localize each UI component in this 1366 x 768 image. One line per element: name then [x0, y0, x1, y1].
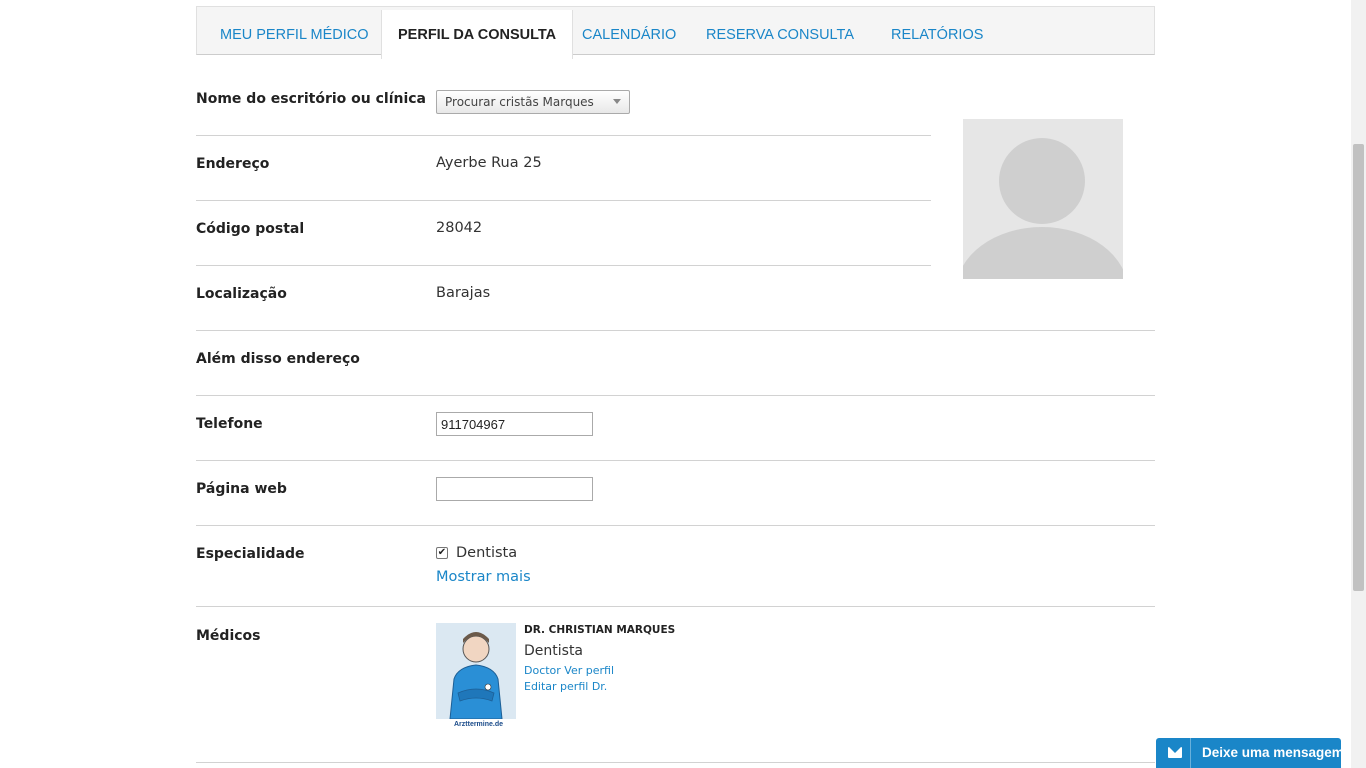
postal-label: Código postal — [196, 221, 305, 237]
tab-book-consultation[interactable]: RESERVA CONSULTA — [706, 7, 854, 55]
location-value: Barajas — [436, 285, 491, 301]
tab-consultation-profile[interactable]: PERFIL DA CONSULTA — [381, 10, 574, 59]
clinic-label: Nome do escritório ou clínica — [196, 91, 427, 107]
show-more-link[interactable]: Mostrar mais — [436, 569, 531, 585]
specialty-label: Especialidade — [196, 546, 305, 562]
tab-my-medical-profile[interactable]: MEU PERFIL MÉDICO — [220, 7, 369, 55]
tab-calendar[interactable]: CALENDÁRIO — [582, 7, 676, 55]
user-placeholder-icon — [963, 138, 1123, 279]
postal-value: 28042 — [436, 220, 483, 236]
location-label: Localização — [196, 286, 287, 302]
website-row: Página web — [196, 461, 1155, 526]
doctor-photo-brand: Arzttermine.de — [454, 721, 504, 728]
chat-divider — [1190, 738, 1191, 768]
doctor-edit-profile-link[interactable]: Editar perfil Dr. — [524, 680, 607, 693]
specialty-row: Especialidade Dentista Mostrar mais — [196, 526, 1155, 607]
extra-address-label: Além disso endereço — [196, 351, 360, 367]
chat-widget-button[interactable]: Deixe uma mensagem — [1156, 738, 1341, 768]
website-label: Página web — [196, 481, 287, 497]
doctors-label: Médicos — [196, 628, 261, 644]
website-input[interactable] — [436, 477, 593, 501]
specialty-checkbox[interactable]: ✔ — [436, 547, 448, 559]
postal-row: Código postal 28042 — [196, 201, 931, 266]
address-value: Ayerbe Rua 25 — [436, 155, 542, 171]
scrollbar-thumb[interactable] — [1353, 144, 1364, 591]
tab-bar: MEU PERFIL MÉDICO PERFIL DA CONSULTA CAL… — [196, 6, 1155, 59]
doctors-row: Médicos — [196, 607, 1155, 763]
doctor-specialty: Dentista — [524, 643, 584, 659]
address-row: Endereço Ayerbe Rua 25 — [196, 136, 931, 201]
chat-label: Deixe uma mensagem — [1202, 745, 1341, 760]
chevron-down-icon — [613, 99, 621, 104]
doctor-view-profile-link[interactable]: Doctor Ver perfil — [524, 664, 614, 677]
extra-address-row: Além disso endereço — [196, 331, 1155, 396]
phone-label: Telefone — [196, 416, 263, 432]
tab-reports[interactable]: RELATÓRIOS — [891, 7, 983, 55]
address-label: Endereço — [196, 156, 270, 172]
clinic-select[interactable]: Procurar cristãs Marques — [436, 90, 630, 114]
specialty-option-label: Dentista — [456, 545, 518, 561]
phone-input[interactable] — [436, 412, 593, 436]
envelope-icon — [1168, 747, 1182, 758]
doctor-name: DR. CHRISTIAN MARQUES — [524, 624, 676, 636]
clinic-select-value: Procurar cristãs Marques — [445, 95, 594, 109]
clinic-avatar — [963, 119, 1123, 279]
phone-row: Telefone — [196, 396, 1155, 461]
doctor-photo[interactable] — [436, 623, 516, 719]
